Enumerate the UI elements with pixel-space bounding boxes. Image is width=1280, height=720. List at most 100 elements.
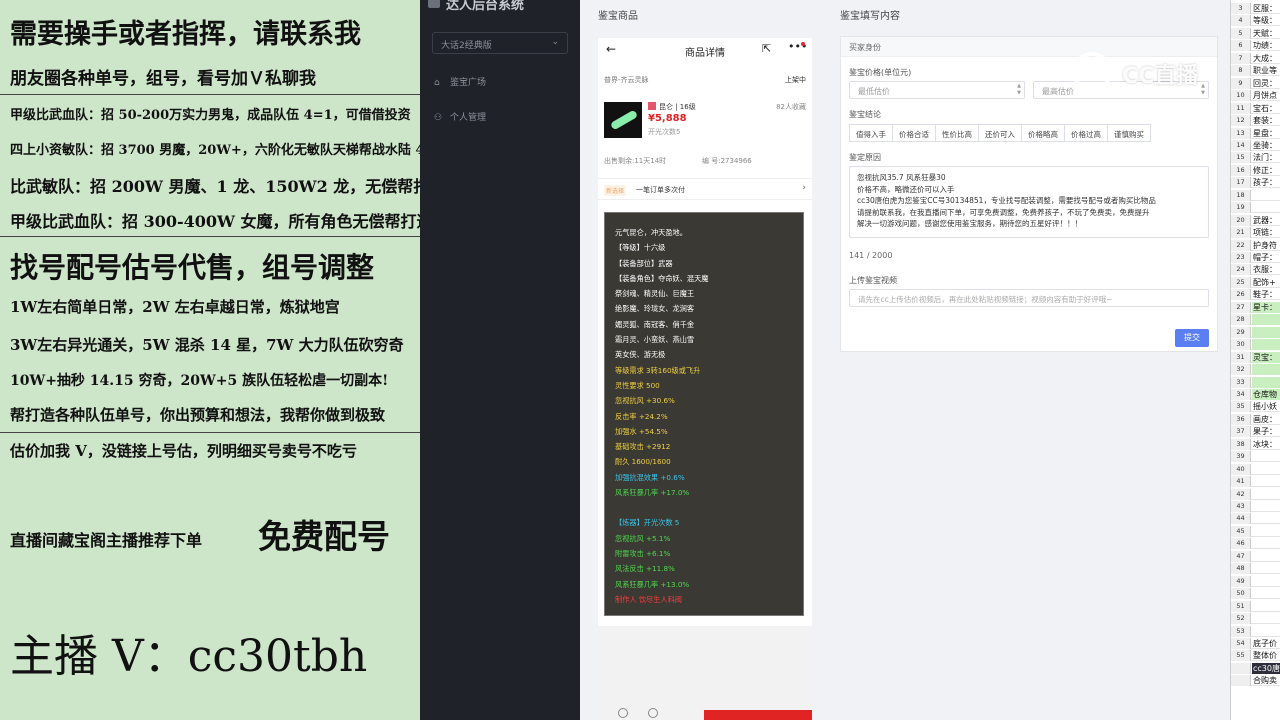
sheet-cell[interactable]: [1252, 551, 1280, 562]
sheet-row[interactable]: 25 配饰+: [1231, 276, 1280, 288]
sheet-row[interactable]: 38 冰块：: [1231, 438, 1280, 450]
sheet-cell[interactable]: 底子价: [1252, 638, 1280, 649]
sheet-row[interactable]: 37 果子：: [1231, 426, 1280, 438]
sheet-cell[interactable]: [1252, 339, 1280, 351]
sheet-cell[interactable]: 仓库物: [1252, 388, 1280, 400]
sheet-row[interactable]: 5 天赋：: [1231, 27, 1280, 39]
sheet-cell[interactable]: 套装：: [1252, 115, 1280, 126]
sheet-row[interactable]: 46: [1231, 538, 1280, 550]
sheet-row[interactable]: 15 法门：: [1231, 152, 1280, 164]
sheet-cell[interactable]: 护身符: [1252, 240, 1280, 251]
sheet-row[interactable]: 24 衣服：: [1231, 264, 1280, 276]
sheet-row[interactable]: 41: [1231, 476, 1280, 488]
sheet-row[interactable]: 合购卖: [1231, 675, 1280, 687]
sheet-row[interactable]: 33: [1231, 376, 1280, 388]
sheet-cell[interactable]: [1252, 588, 1280, 599]
sheet-cell[interactable]: [1252, 376, 1280, 388]
sheet-row[interactable]: cc30唐: [1231, 662, 1280, 674]
sheet-row[interactable]: 16 修正：: [1231, 164, 1280, 176]
sheet-row[interactable]: 50: [1231, 588, 1280, 600]
sheet-cell[interactable]: [1252, 563, 1280, 574]
verdict-option[interactable]: 还价可入: [978, 124, 1022, 142]
sheet-cell[interactable]: 大成：: [1252, 53, 1280, 64]
sheet-row[interactable]: 51: [1231, 600, 1280, 612]
sheet-cell[interactable]: 灵宝：: [1252, 351, 1280, 363]
sheet-cell[interactable]: 摇小妖: [1252, 401, 1280, 412]
sheet-cell[interactable]: 宝石：: [1252, 103, 1280, 114]
item-summary[interactable]: 昆仑 | 16级 ¥5,888 开光次数5 82人收藏: [598, 94, 812, 144]
buy-button[interactable]: [704, 710, 812, 720]
sheet-row[interactable]: 13 星盘：: [1231, 127, 1280, 139]
sheet-cell[interactable]: 配饰+: [1252, 277, 1280, 288]
sheet-row[interactable]: 31 灵宝：: [1231, 351, 1280, 363]
sheet-row[interactable]: 44: [1231, 513, 1280, 525]
sheet-cell[interactable]: cc30唐: [1252, 662, 1280, 674]
sheet-row[interactable]: 49: [1231, 575, 1280, 587]
sheet-cell[interactable]: 星卡：: [1252, 301, 1280, 313]
sheet-cell[interactable]: [1252, 364, 1280, 376]
sheet-cell[interactable]: [1252, 501, 1280, 512]
sheet-row[interactable]: 27 星卡：: [1231, 301, 1280, 313]
sheet-row[interactable]: 3 区服：: [1231, 3, 1280, 14]
sheet-cell[interactable]: 画皮：: [1252, 414, 1280, 425]
verdict-option[interactable]: 价格过高: [1064, 124, 1108, 142]
sheet-row[interactable]: 47: [1231, 550, 1280, 562]
sheet-row[interactable]: 35 摇小妖: [1231, 401, 1280, 413]
verdict-option[interactable]: 谨慎购买: [1107, 124, 1151, 142]
sheet-cell[interactable]: 合购卖: [1252, 675, 1280, 686]
reason-textarea[interactable]: 忽视抗风35.7 风系狂暴30 价格不高，略微还价可以入手 cc30唐伯虎为您鉴宝C…: [849, 166, 1209, 238]
video-link-input[interactable]: 请先在cc上传估价视频后，再在此处粘贴视频链接；视频内容有助于好评哦~: [849, 289, 1209, 307]
submit-button[interactable]: 提交: [1175, 329, 1209, 347]
sheet-row[interactable]: 36 画皮：: [1231, 413, 1280, 425]
sheet-cell[interactable]: [1252, 202, 1280, 213]
sheet-row[interactable]: 4 等级：: [1231, 15, 1280, 27]
sheet-cell[interactable]: [1252, 190, 1280, 201]
sheet-row[interactable]: 17 孩子：: [1231, 177, 1280, 189]
sheet-row[interactable]: 10 月饼点: [1231, 90, 1280, 102]
verdict-option[interactable]: 价格略高: [1021, 124, 1065, 142]
sheet-row[interactable]: 40: [1231, 463, 1280, 475]
sheet-row[interactable]: 21 项链：: [1231, 227, 1280, 239]
sheet-cell[interactable]: 衣服：: [1252, 264, 1280, 275]
sheet-cell[interactable]: 区服：: [1252, 3, 1280, 14]
sheet-cell[interactable]: 星盘：: [1252, 128, 1280, 139]
sheet-row[interactable]: 43: [1231, 501, 1280, 512]
sheet-cell[interactable]: 天赋：: [1252, 28, 1280, 39]
sheet-cell[interactable]: [1252, 451, 1280, 462]
sheet-row[interactable]: 14 坐骑：: [1231, 139, 1280, 151]
sidebar-item-square[interactable]: ⌂ 鉴宝广场: [434, 75, 486, 88]
home-icon[interactable]: [618, 708, 628, 718]
sheet-row[interactable]: 54 底子价: [1231, 637, 1280, 649]
sheet-cell[interactable]: [1252, 626, 1280, 637]
sheet-cell[interactable]: [1252, 326, 1280, 338]
sheet-cell[interactable]: 坐骑：: [1252, 140, 1280, 151]
sheet-cell[interactable]: 回灵：: [1252, 78, 1280, 89]
sheet-cell[interactable]: 等级：: [1252, 15, 1280, 26]
sheet-cell[interactable]: 修正：: [1252, 165, 1280, 176]
sheet-row[interactable]: 55 整体价: [1231, 650, 1280, 662]
sheet-row[interactable]: 48: [1231, 563, 1280, 575]
sheet-row[interactable]: 28: [1231, 314, 1280, 326]
sheet-row[interactable]: 23 帽子：: [1231, 252, 1280, 263]
sheet-cell[interactable]: [1252, 476, 1280, 487]
sheet-cell[interactable]: [1252, 464, 1280, 475]
sheet-row[interactable]: 11 宝石：: [1231, 102, 1280, 114]
sheet-cell[interactable]: 职业等: [1252, 65, 1280, 76]
sheet-row[interactable]: 19: [1231, 202, 1280, 214]
sheet-cell[interactable]: [1252, 538, 1280, 549]
sheet-row[interactable]: 18: [1231, 189, 1280, 201]
sheet-row[interactable]: 22 护身符: [1231, 239, 1280, 251]
service-icon[interactable]: [648, 708, 658, 718]
sheet-row[interactable]: 6 功绩：: [1231, 40, 1280, 52]
sheet-cell[interactable]: 武器：: [1252, 215, 1280, 226]
min-price-input[interactable]: 最低估价 ▲ ▼: [849, 81, 1025, 99]
sheet-row[interactable]: 32: [1231, 364, 1280, 376]
sheet-cell[interactable]: [1252, 526, 1280, 537]
sheet-cell[interactable]: 项链：: [1252, 227, 1280, 238]
sheet-cell[interactable]: [1252, 513, 1280, 524]
sheet-cell[interactable]: 孩子：: [1252, 177, 1280, 188]
sidebar-item-profile[interactable]: ⚇ 个人管理: [434, 110, 486, 123]
sheet-row[interactable]: 9 回灵：: [1231, 77, 1280, 89]
sheet-row[interactable]: 45: [1231, 525, 1280, 537]
sheet-cell[interactable]: 帽子：: [1252, 252, 1280, 263]
